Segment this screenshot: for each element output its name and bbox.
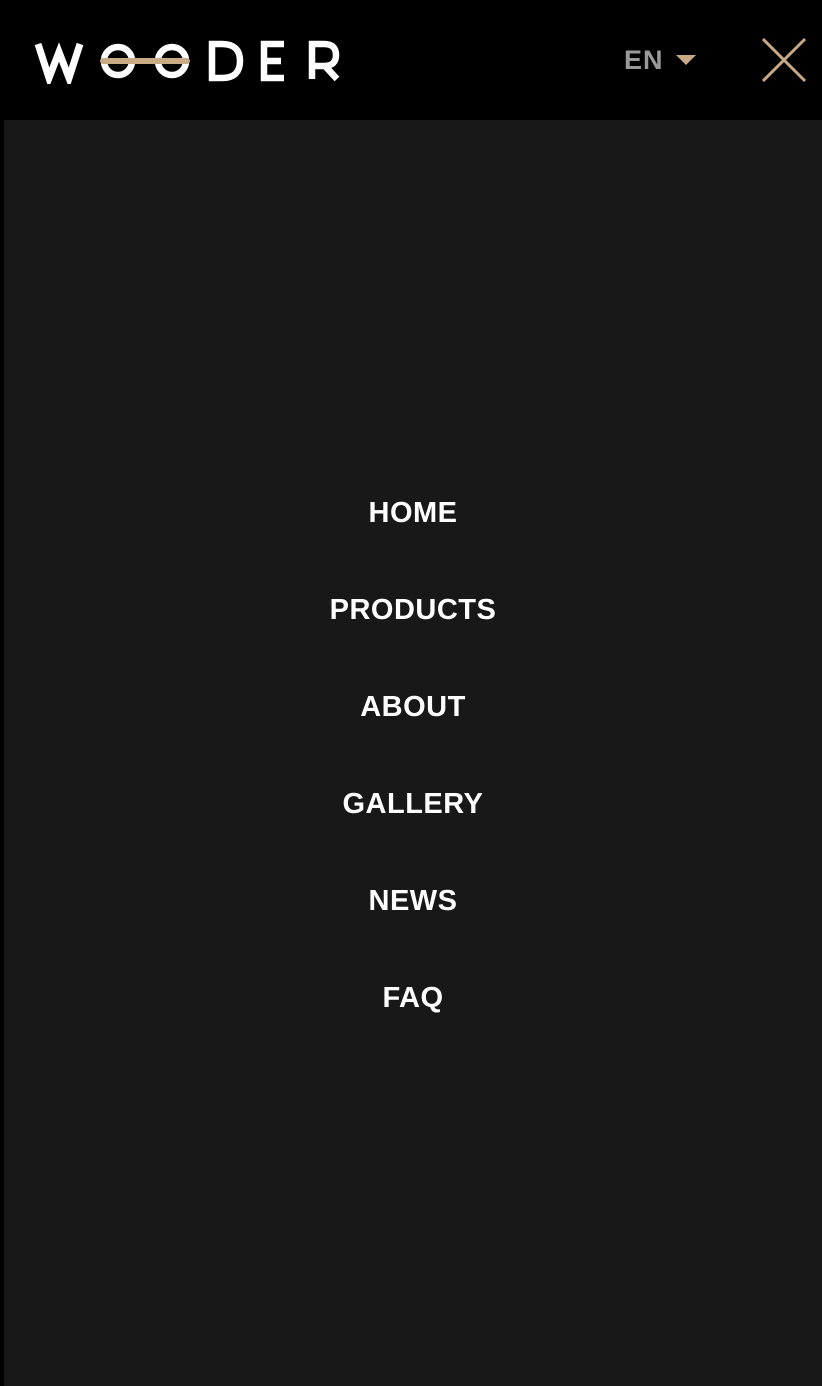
menu-item-label: GALLERY xyxy=(342,788,484,820)
menu-item-products[interactable]: PRODUCTS xyxy=(330,580,497,677)
menu-item-news[interactable]: NEWS xyxy=(369,871,458,968)
menu-item-label: NEWS xyxy=(368,885,458,917)
main-menu: HOME PRODUCTS ABOUT GALLERY NEWS FAQ xyxy=(4,483,822,1065)
menu-item-home[interactable]: HOME xyxy=(369,483,458,580)
chevron-down-icon xyxy=(675,55,696,65)
menu-item-gallery[interactable]: GALLERY xyxy=(343,774,484,871)
menu-overlay: EN HOME PRODUCTS ABOUT GALLERY NEWS FAQ xyxy=(0,0,822,1386)
brand-logo[interactable] xyxy=(34,36,344,84)
menu-item-about[interactable]: ABOUT xyxy=(360,677,466,774)
menu-item-label: PRODUCTS xyxy=(329,594,497,626)
close-icon xyxy=(761,37,807,83)
language-selector[interactable]: EN xyxy=(624,38,696,82)
menu-item-label: HOME xyxy=(368,497,458,529)
language-label: EN xyxy=(624,44,664,75)
wooder-logo-mark xyxy=(34,40,340,84)
menu-item-faq[interactable]: FAQ xyxy=(382,968,443,1065)
close-menu-button[interactable] xyxy=(760,36,808,84)
menu-item-label: FAQ xyxy=(382,982,444,1014)
menu-item-label: ABOUT xyxy=(360,691,466,723)
header-bar: EN xyxy=(4,0,822,120)
